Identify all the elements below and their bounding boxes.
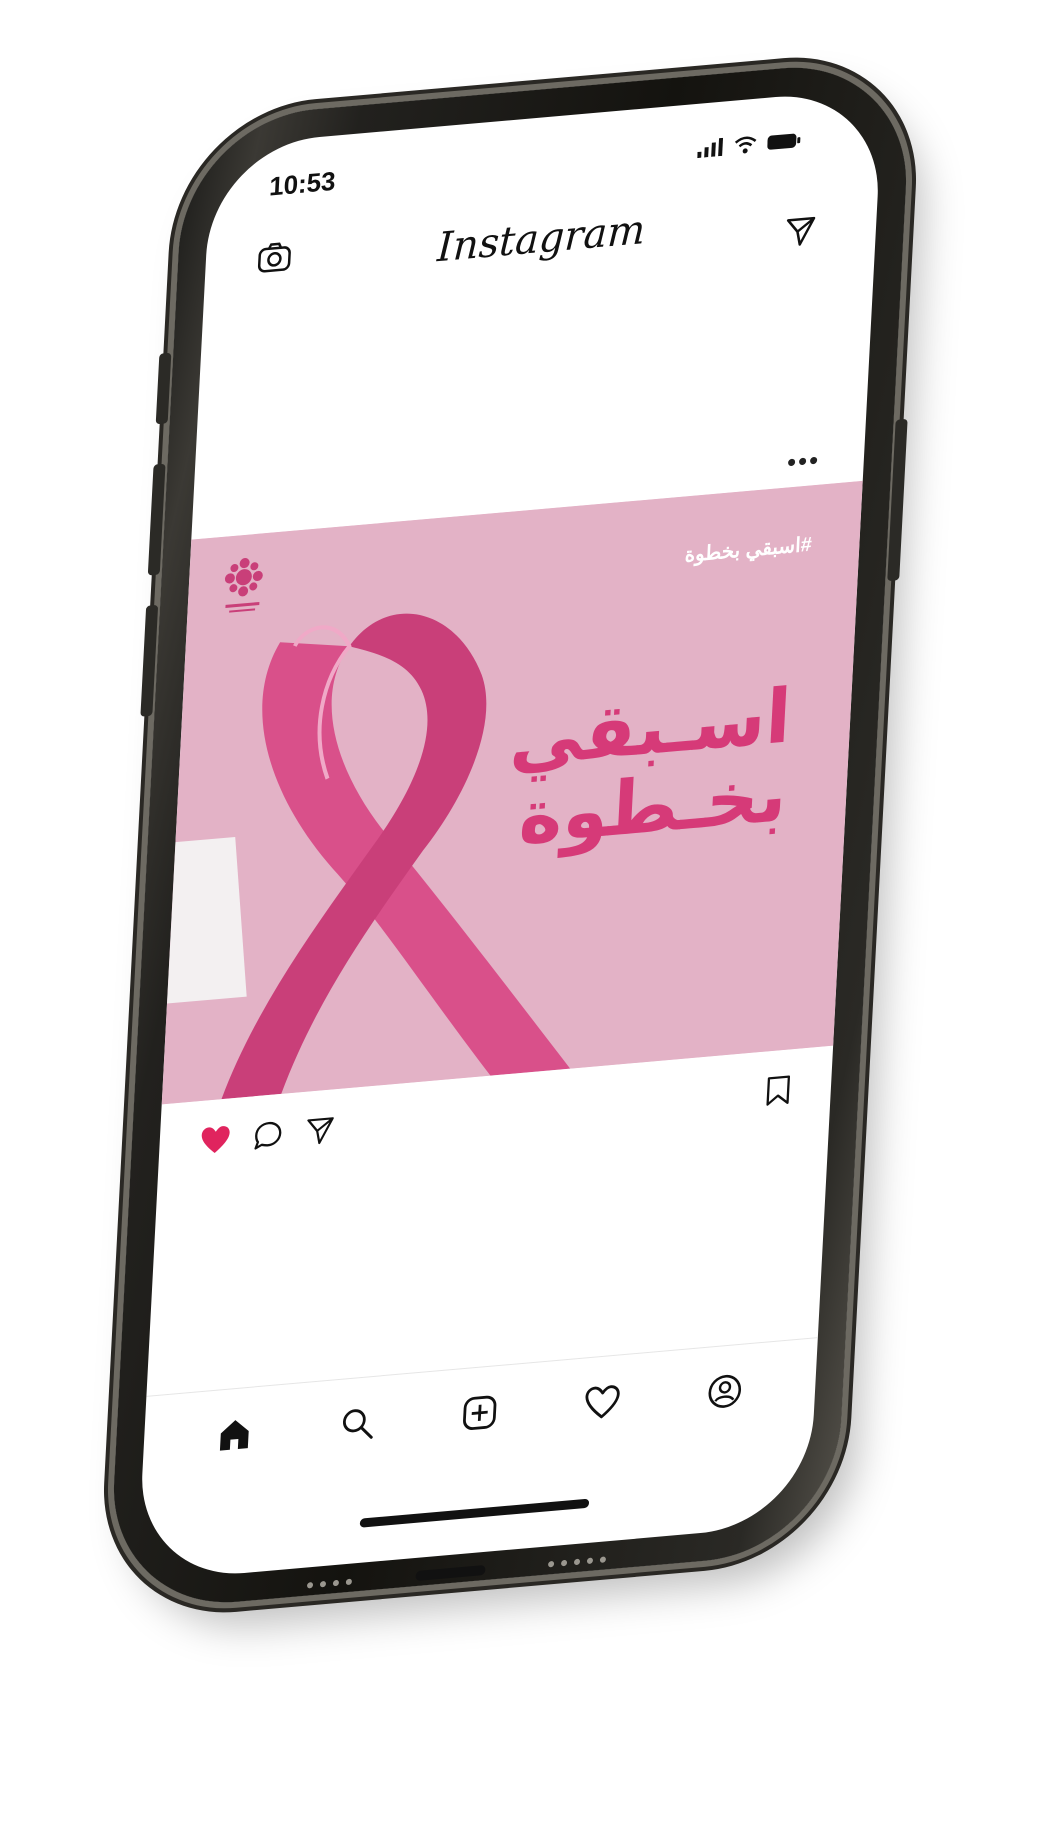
charging-port <box>414 1564 486 1582</box>
paper-plane-icon[interactable] <box>304 1114 335 1147</box>
phone-device: 10:53 Instagram ••• #اسبقي بخطوة اسـبقي … <box>107 56 913 1614</box>
home-indicator[interactable] <box>359 1498 590 1528</box>
home-icon[interactable] <box>216 1414 254 1453</box>
instagram-logo: Instagram <box>436 206 647 272</box>
association-logo <box>224 558 263 613</box>
power-button <box>887 418 908 582</box>
signal-icon <box>697 137 724 159</box>
volume-down-button <box>140 604 159 717</box>
search-icon[interactable] <box>339 1403 377 1442</box>
post-actions-left <box>199 1114 336 1156</box>
direct-message-button[interactable] <box>783 214 817 254</box>
post-actions-right <box>764 1074 792 1112</box>
profile-icon[interactable] <box>706 1371 744 1410</box>
speaker-grille-left <box>306 1578 353 1589</box>
post-headline: اسـبقي بخـطوة <box>504 673 793 861</box>
bookmark-icon[interactable] <box>764 1074 791 1107</box>
status-icons <box>697 131 802 159</box>
plus-square-icon[interactable] <box>461 1393 499 1432</box>
bottom-nav <box>141 1337 818 1487</box>
wifi-icon <box>734 136 757 154</box>
mute-switch <box>155 352 172 425</box>
more-dots-icon: ••• <box>786 444 822 478</box>
battery-icon <box>767 133 801 150</box>
paper-plane-icon <box>786 216 816 246</box>
post-image[interactable]: #اسبقي بخطوة اسـبقي بخـطوة <box>161 480 863 1105</box>
heart-icon[interactable] <box>583 1383 621 1420</box>
phone-screen: 10:53 Instagram ••• #اسبقي بخطوة اسـبقي … <box>136 87 884 1583</box>
status-time: 10:53 <box>268 165 337 202</box>
comment-icon[interactable] <box>252 1119 283 1152</box>
post-more-button[interactable]: ••• <box>786 444 821 478</box>
heart-filled-icon[interactable] <box>199 1123 232 1156</box>
mockup-stage: 10:53 Instagram ••• #اسبقي بخطوة اسـبقي … <box>0 0 1050 1835</box>
volume-up-button <box>147 463 166 576</box>
speaker-grille-right <box>547 1556 607 1568</box>
